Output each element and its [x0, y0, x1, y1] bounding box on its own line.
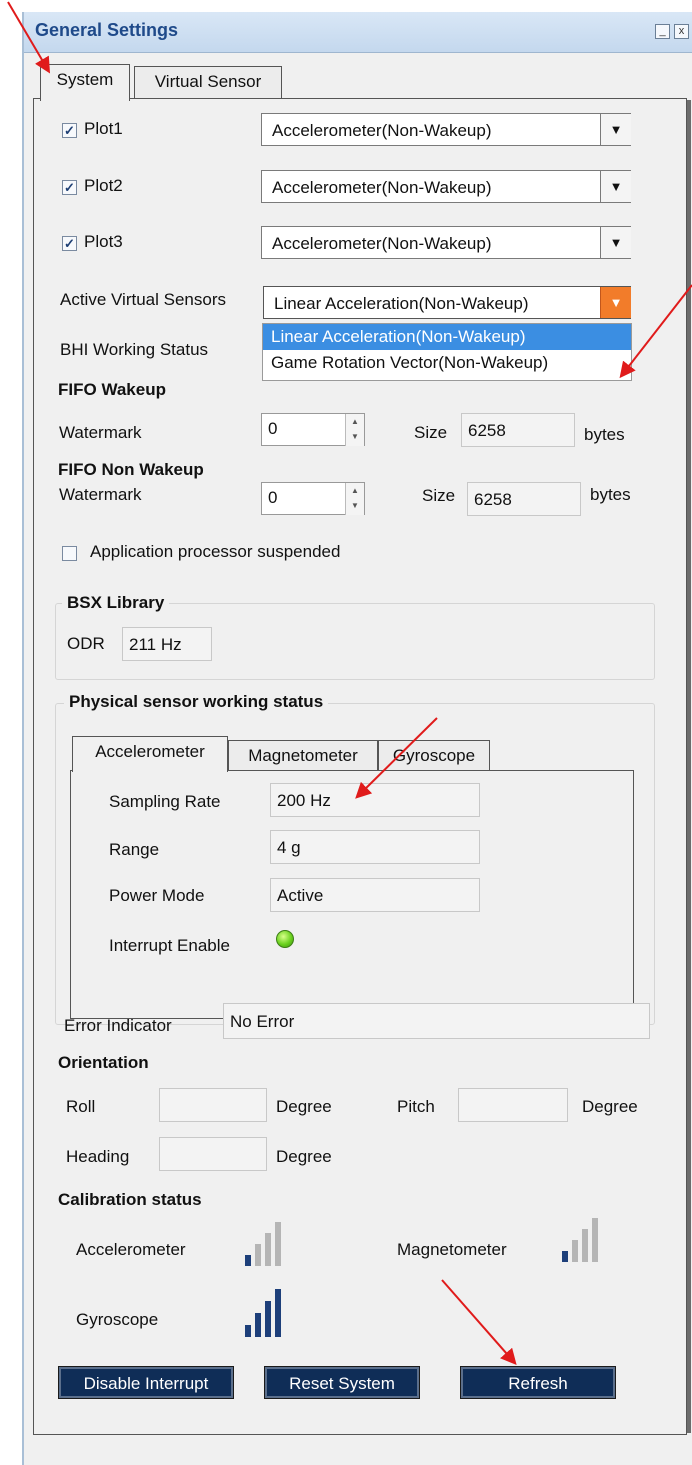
annotation-arrow — [441, 1279, 517, 1366]
annotation-arrow — [7, 1, 51, 74]
annotation-arrow — [619, 284, 692, 379]
annotation-arrow — [355, 717, 438, 799]
annotation-arrows — [7, 1, 692, 1366]
